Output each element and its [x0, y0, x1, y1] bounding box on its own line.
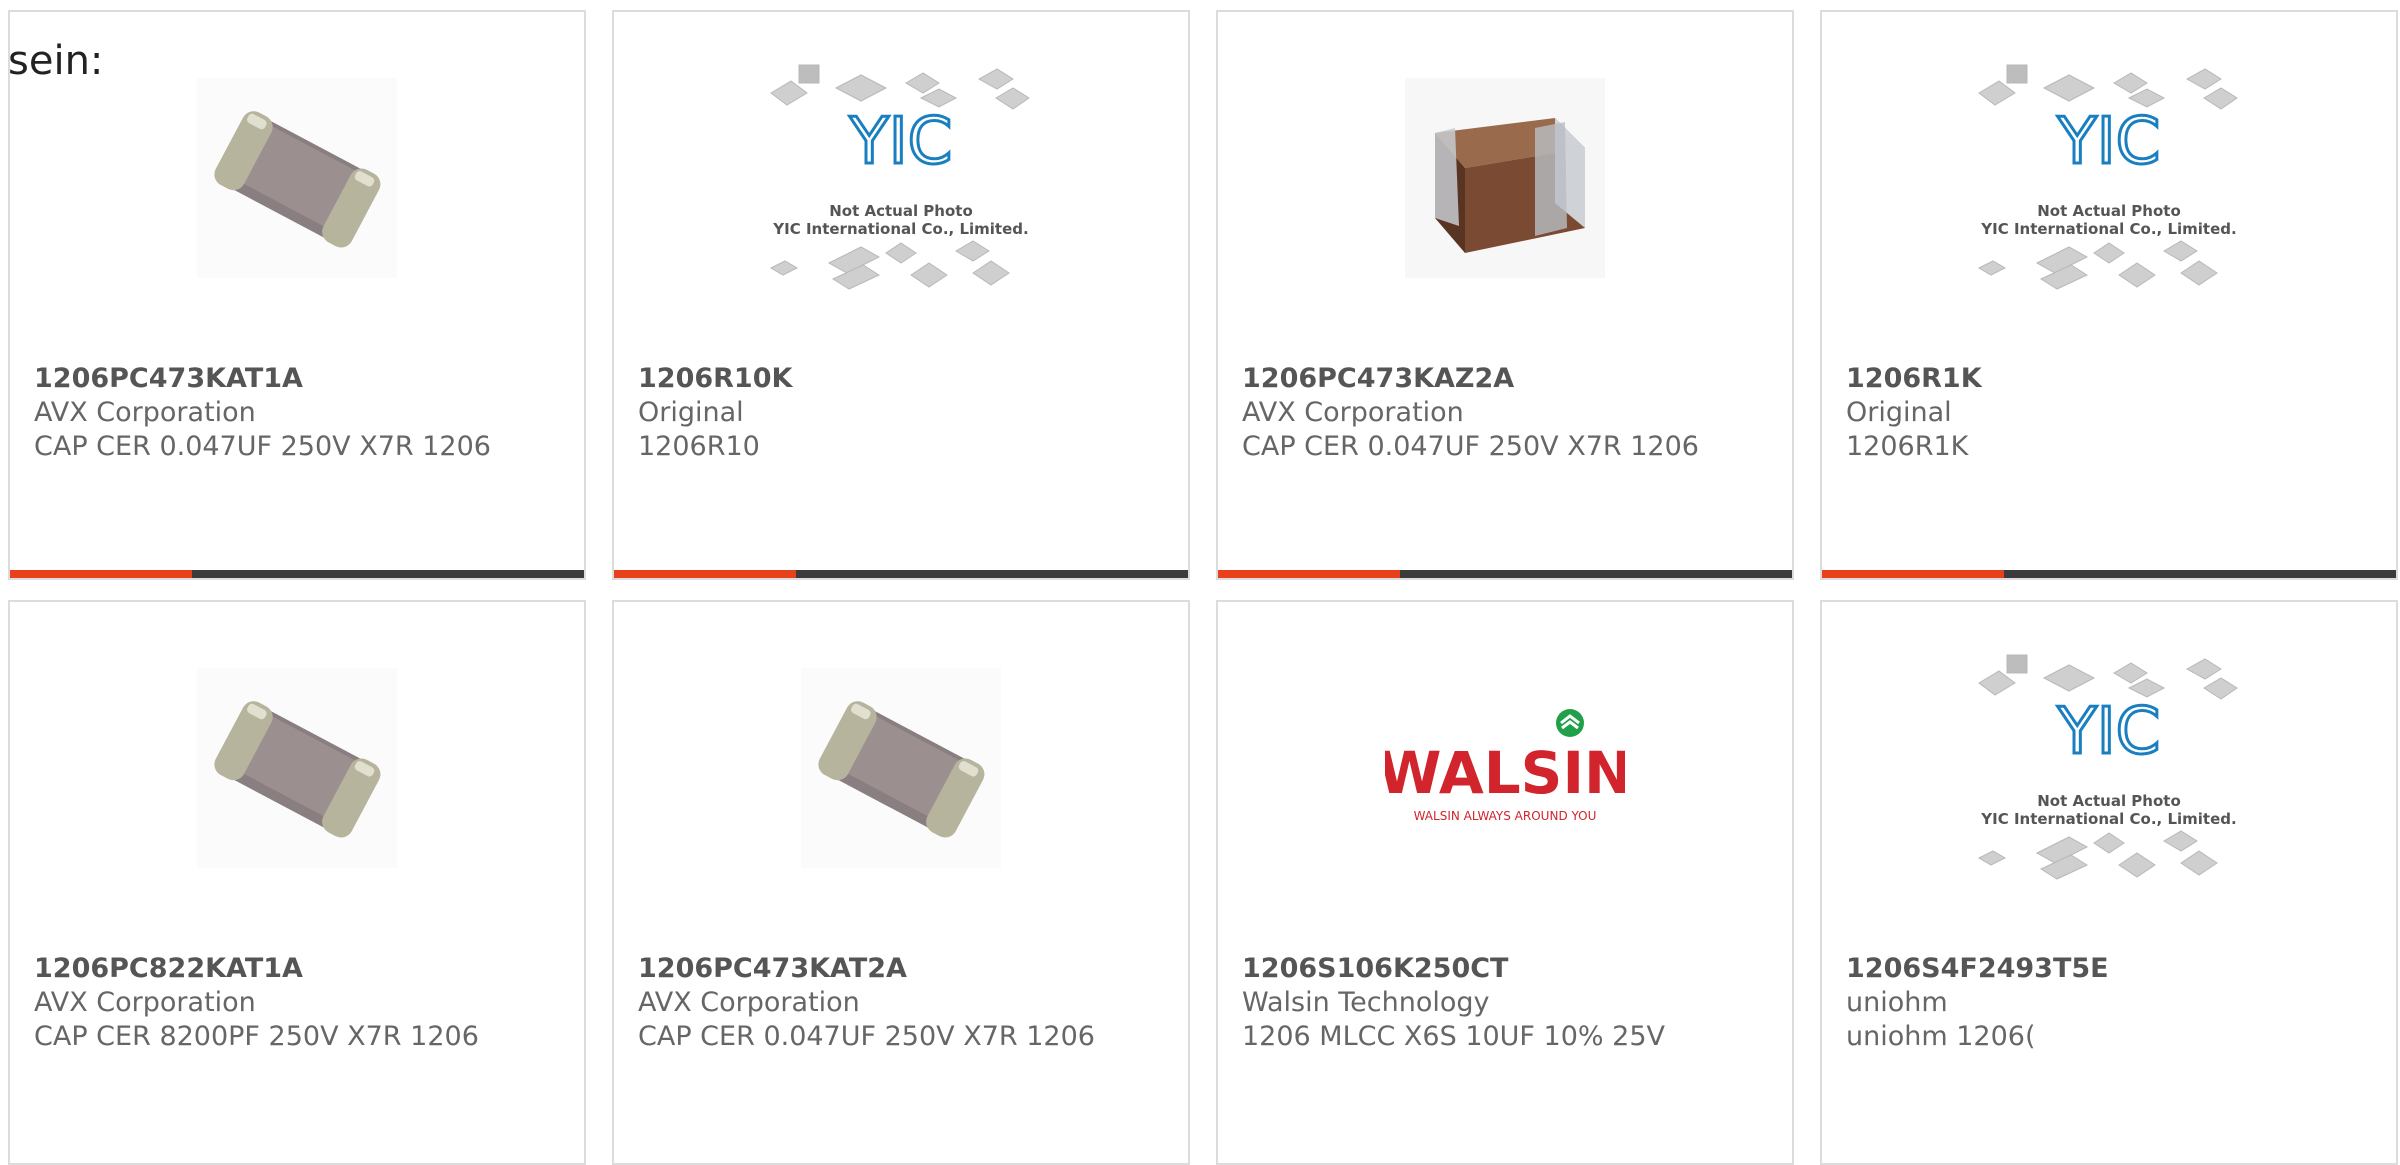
accent-bar — [614, 570, 796, 578]
part-number-link[interactable]: 1206PC473KAZ2A — [1242, 362, 1782, 396]
accent-bar — [1218, 570, 1400, 578]
product-image[interactable] — [10, 660, 584, 880]
description: uniohm 1206( — [1846, 1021, 2036, 1052]
product-info: 1206R10K Original 1206R10 — [638, 362, 1178, 464]
not-actual-photo-text: Not Actual Photo — [829, 202, 973, 220]
manufacturer: AVX Corporation — [34, 987, 256, 1018]
part-number-link[interactable]: 1206S4F2493T5E — [1846, 952, 2386, 986]
description: 1206R1K — [1846, 431, 1969, 462]
product-info: 1206R1K Original 1206R1K — [1846, 362, 2386, 464]
walsin-tagline: WALSIN ALWAYS AROUND YOU — [1414, 809, 1597, 823]
manufacturer: Original — [1846, 397, 1952, 428]
product-card[interactable]: YIC Not Actual Photo YIC International Co.… — [1820, 10, 2398, 580]
manufacturer: uniohm — [1846, 987, 1948, 1018]
product-image[interactable]: YIC Not Actual Photo YIC International Co.… — [1822, 64, 2396, 290]
ceramic-chip-icon — [197, 78, 397, 282]
card-bottom-bar — [10, 570, 584, 578]
product-card[interactable]: 1206PC822KAT1A AVX Corporation CAP CER 820… — [8, 600, 586, 1165]
part-number-link[interactable]: 1206R10K — [638, 362, 1178, 396]
part-number-link[interactable]: 1206S106K250CT — [1242, 952, 1782, 986]
product-card[interactable]: 1206PC473KAT1A AVX Corporation CAP CER 0.0… — [8, 10, 586, 580]
description: CAP CER 0.047UF 250V X7R 1206 — [34, 431, 491, 462]
yic-placeholder-icon: YIC Not Actual Photo YIC International Co.… — [1959, 643, 2259, 897]
yic-placeholder-icon: YIC Not Actual Photo YIC International Co.… — [751, 53, 1051, 307]
product-image[interactable]: YIC Not Actual Photo YIC International Co.… — [1822, 654, 2396, 880]
part-number-link[interactable]: 1206R1K — [1846, 362, 2386, 396]
card-bottom-bar — [614, 570, 1188, 578]
product-image[interactable] — [10, 70, 584, 290]
accent-bar — [10, 570, 192, 578]
svg-text:YIC: YIC — [2057, 105, 2161, 179]
ceramic-chip-icon — [197, 668, 397, 872]
manufacturer: AVX Corporation — [34, 397, 256, 428]
yic-company-text: YIC International Co., Limited. — [1980, 810, 2236, 828]
manufacturer: Walsin Technology — [1242, 987, 1490, 1018]
description: CAP CER 0.047UF 250V X7R 1206 — [1242, 431, 1699, 462]
product-image[interactable] — [1218, 70, 1792, 290]
walsin-logo-icon: WALSIN WALSIN ALWAYS AROUND YOU — [1377, 698, 1633, 842]
manufacturer: Original — [638, 397, 744, 428]
description: 1206 MLCC X6S 10UF 10% 25V — [1242, 1021, 1665, 1052]
product-image[interactable]: WALSIN WALSIN ALWAYS AROUND YOU — [1218, 660, 1792, 880]
product-card[interactable]: YIC Not Actual Photo YIC International Co.… — [1820, 600, 2398, 1165]
intro-text: sein: — [8, 38, 104, 84]
walsin-wordmark: WALSIN — [1385, 739, 1625, 807]
product-card[interactable]: YIC Not Actual Photo YIC International Co.… — [612, 10, 1190, 580]
part-number-link[interactable]: 1206PC473KAT1A — [34, 362, 574, 396]
svg-text:YIC: YIC — [849, 105, 953, 179]
product-image[interactable] — [614, 660, 1188, 880]
product-info: 1206PC473KAZ2A AVX Corporation CAP CER 0.0… — [1242, 362, 1782, 464]
manufacturer: AVX Corporation — [638, 987, 860, 1018]
product-info: 1206PC473KAT1A AVX Corporation CAP CER 0.0… — [34, 362, 574, 464]
product-card[interactable]: 1206PC473KAT2A AVX Corporation CAP CER 0.0… — [612, 600, 1190, 1165]
card-bottom-bar — [1822, 570, 2396, 578]
product-info: 1206PC822KAT1A AVX Corporation CAP CER 820… — [34, 952, 574, 1054]
product-card[interactable]: WALSIN WALSIN ALWAYS AROUND YOU 1206S106K2… — [1216, 600, 1794, 1165]
manufacturer: AVX Corporation — [1242, 397, 1464, 428]
product-image[interactable]: YIC Not Actual Photo YIC International Co.… — [614, 64, 1188, 290]
yic-company-text: YIC International Co., Limited. — [772, 220, 1028, 238]
description: CAP CER 8200PF 250V X7R 1206 — [34, 1021, 479, 1052]
accent-bar — [1822, 570, 2004, 578]
part-number-link[interactable]: 1206PC473KAT2A — [638, 952, 1178, 986]
yic-placeholder-icon: YIC Not Actual Photo YIC International Co.… — [1959, 53, 2259, 307]
product-info: 1206PC473KAT2A AVX Corporation CAP CER 0.0… — [638, 952, 1178, 1054]
product-info: 1206S4F2493T5E uniohm uniohm 1206( — [1846, 952, 2386, 1054]
not-actual-photo-text: Not Actual Photo — [2037, 202, 2181, 220]
ceramic-chip-icon — [801, 668, 1001, 872]
product-info: 1206S106K250CT Walsin Technology 1206 MLCC… — [1242, 952, 1782, 1054]
svg-text:YIC: YIC — [2057, 695, 2161, 769]
yic-company-text: YIC International Co., Limited. — [1980, 220, 2236, 238]
card-bottom-bar — [1218, 570, 1792, 578]
part-number-link[interactable]: 1206PC822KAT1A — [34, 952, 574, 986]
not-actual-photo-text: Not Actual Photo — [2037, 792, 2181, 810]
description: CAP CER 0.047UF 250V X7R 1206 — [638, 1021, 1095, 1052]
product-card[interactable]: 1206PC473KAZ2A AVX Corporation CAP CER 0.0… — [1216, 10, 1794, 580]
description: 1206R10 — [638, 431, 760, 462]
brown-capacitor-icon — [1405, 78, 1605, 282]
